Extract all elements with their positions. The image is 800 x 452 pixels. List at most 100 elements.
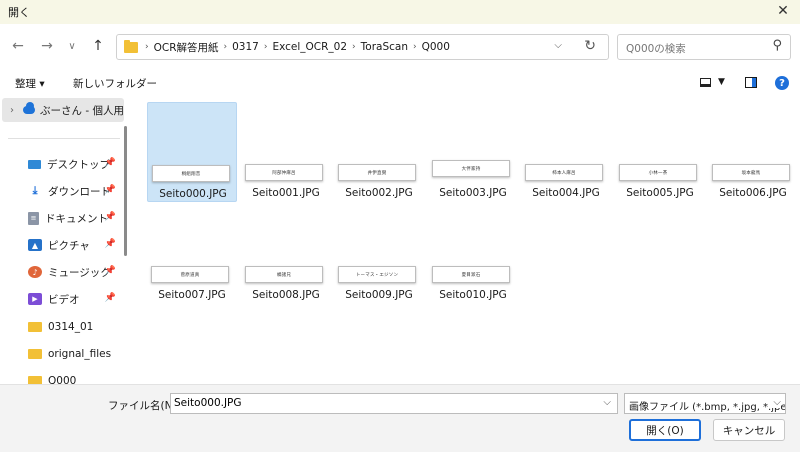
help-icon[interactable]: ? [775,76,789,90]
chevron-down-icon[interactable]: ⌵ [554,40,562,51]
sidebar-item-label: ビデオ [48,293,80,306]
file-name: Seito007.JPG [158,289,226,301]
pin-icon: 📌 [104,293,116,303]
breadcrumb-item[interactable]: ToraScan [357,41,412,53]
open-button[interactable]: 開く(O) [629,419,701,441]
sidebar-item-onedrive[interactable]: › ぶーさん - 個人用 [2,98,124,122]
file-item[interactable]: 柿本人麻呂 Seito004.JPG [521,102,611,202]
file-thumbnail: 橘諸兄 [245,266,323,283]
recent-locations-chevron-icon[interactable]: ∨ [62,36,82,56]
sidebar-item-folder-q000[interactable]: Q000 [28,371,122,384]
thumbnail-text: トーマス・エジソン [355,272,399,278]
sidebar-item-videos[interactable]: ▶ ビデオ 📌 [28,289,122,309]
file-item[interactable]: 井伊直弼 Seito002.JPG [334,102,424,202]
search-input[interactable]: Q000の検索 ⚲ [617,34,791,60]
view-mode-icon[interactable] [700,78,711,87]
file-item[interactable]: 大伴家持 Seito003.JPG [428,102,518,202]
title-bar: 開く ✕ [0,0,800,24]
thumbnail-text: 菅原道真 [180,272,200,278]
file-name: Seito005.JPG [626,187,694,199]
sidebar-divider [8,138,120,139]
onedrive-cloud-icon [23,102,36,114]
sidebar-scrollbar[interactable] [124,126,127,256]
close-icon[interactable]: ✕ [774,2,792,20]
sidebar-item-documents[interactable]: ≡ ドキュメント 📌 [28,208,122,228]
sidebar-item-label: ぶーさん - 個人用 [40,104,124,117]
address-bar[interactable]: › OCR解答用紙 › 0317 › Excel_OCR_02 › ToraSc… [116,34,609,60]
dialog-footer: ファイル名(N): ⌵ 画像ファイル (*.bmp, *.jpg, *.jpeg… [0,384,800,452]
file-name: Seito004.JPG [532,187,600,199]
new-folder-button[interactable]: 新しいフォルダー [73,76,157,91]
file-name: Seito010.JPG [439,289,507,301]
sidebar-item-label: orignal_files [48,348,112,360]
pin-icon: 📌 [104,266,116,276]
forward-arrow-icon[interactable]: → [37,36,57,56]
breadcrumb-item[interactable]: Excel_OCR_02 [268,41,351,53]
file-thumbnail: 柿本人麻呂 [525,164,603,181]
file-item[interactable]: 阿部仲麻呂 Seito001.JPG [241,102,331,202]
search-icon[interactable]: ⚲ [772,38,782,53]
view-dropdown-chevron-icon[interactable]: ▼ [718,77,725,87]
breadcrumb-item[interactable]: Q000 [418,41,454,53]
back-arrow-icon[interactable]: ← [8,36,28,56]
filename-field[interactable]: ⌵ [170,393,618,414]
chevron-down-icon[interactable]: ⌵ [603,397,611,408]
sidebar-item-downloads[interactable]: ⤓ ダウンロード 📌 [28,181,122,201]
sidebar-item-label: ダウンロード [48,185,111,198]
thumbnail-text: 夏目漱石 [461,272,481,278]
folder-icon [28,322,42,332]
navigation-pane: › ぶーさん - 個人用 デスクトップ 📌 ⤓ ダウンロード 📌 ≡ ドキュメン… [0,96,130,384]
file-item[interactable]: 夏目漱石 Seito010.JPG [428,204,518,304]
chevron-right-icon[interactable]: › [10,105,14,116]
command-bar: 整理 ▾ 新しいフォルダー ▼ ? [0,74,800,94]
file-list: 桐組翔音 Seito000.JPG 阿部仲麻呂 Seito001.JPG 井伊直… [135,96,800,384]
file-type-select[interactable]: 画像ファイル (*.bmp, *.jpg, *.jpeg ⌵ [624,393,786,414]
file-item[interactable]: 小林一茶 Seito005.JPG [615,102,705,202]
pin-icon: 📌 [104,158,116,168]
organize-menu-button[interactable]: 整理 ▾ [15,76,45,91]
thumbnail-text: 井伊直弼 [367,170,387,176]
file-type-value: 画像ファイル (*.bmp, *.jpg, *.jpeg [629,402,786,413]
file-thumbnail: 坂本龍馬 [712,164,790,181]
video-icon: ▶ [28,293,42,305]
file-name: Seito001.JPG [252,187,320,199]
folder-icon [124,39,138,53]
sidebar-item-desktop[interactable]: デスクトップ 📌 [28,154,122,174]
thumbnail-text: 小林一茶 [648,170,668,176]
file-item[interactable]: 桐組翔音 Seito000.JPG [147,102,237,202]
thumbnail-text: 橘諸兄 [276,272,292,278]
sidebar-item-label: デスクトップ [47,158,110,171]
pin-icon: 📌 [104,239,116,249]
download-icon: ⤓ [32,184,38,197]
file-item[interactable]: 菅原道真 Seito007.JPG [147,204,237,304]
thumbnail-text: 大伴家持 [461,166,481,172]
file-thumbnail: 夏目漱石 [432,266,510,283]
breadcrumb-item[interactable]: 0317 [228,41,263,53]
file-name: Seito002.JPG [345,187,413,199]
file-item[interactable]: 橘諸兄 Seito008.JPG [241,204,331,304]
breadcrumb-item[interactable]: OCR解答用紙 [150,40,223,55]
file-item[interactable]: 坂本龍馬 Seito006.JPG [708,102,798,202]
window-title: 開く [8,6,30,19]
sidebar-item-label: ピクチャ [48,239,90,252]
file-name: Seito003.JPG [439,187,507,199]
music-icon: ♪ [28,266,42,278]
preview-pane-icon[interactable] [745,77,757,88]
file-thumbnail: トーマス・エジソン [338,266,416,283]
sidebar-item-folder-orignal-files[interactable]: orignal_files [28,344,122,364]
up-arrow-icon[interactable]: ↑ [88,36,108,56]
sidebar-item-pictures[interactable]: ▲ ピクチャ 📌 [28,235,122,255]
chevron-down-icon[interactable]: ⌵ [771,397,781,408]
thumbnail-text: 桐組翔音 [181,171,201,177]
sidebar-item-music[interactable]: ♪ ミュージック 📌 [28,262,122,282]
sidebar-item-folder-0314_01[interactable]: 0314_01 [28,317,122,337]
filename-input[interactable] [174,397,594,409]
thumbnail-text: 坂本龍馬 [741,170,761,176]
refresh-icon[interactable]: ↻ [584,38,596,54]
pin-icon: 📌 [104,185,116,195]
file-item[interactable]: トーマス・エジソン Seito009.JPG [334,204,424,304]
cancel-button[interactable]: キャンセル [713,419,785,441]
thumbnail-text: 柿本人麻呂 [552,170,576,176]
file-name: Seito006.JPG [719,187,787,199]
file-thumbnail: 菅原道真 [151,266,229,283]
